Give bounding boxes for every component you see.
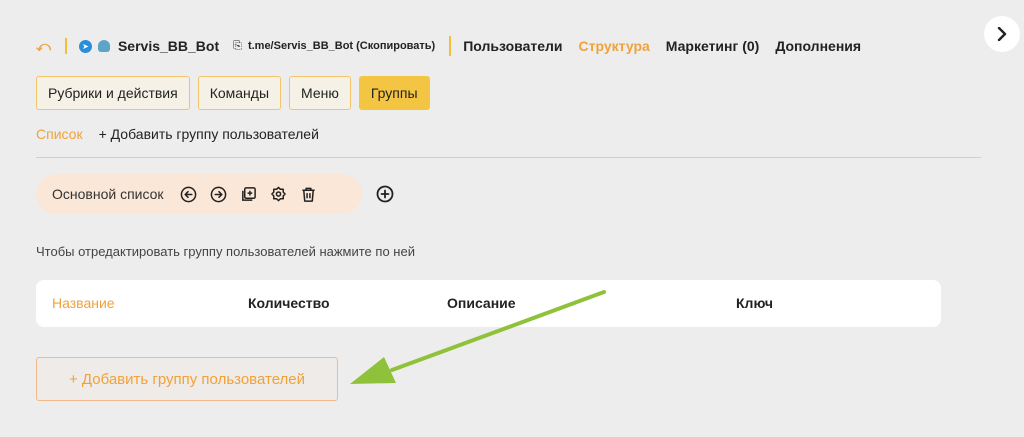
separator bbox=[64, 38, 67, 54]
nav-marketing[interactable]: Маркетинг (0) bbox=[666, 38, 760, 54]
column-header-key: Ключ bbox=[736, 295, 773, 311]
tabs: Рубрики и действия Команды Меню Группы bbox=[36, 76, 430, 110]
trash-icon[interactable] bbox=[300, 185, 318, 203]
tab-menu[interactable]: Меню bbox=[289, 76, 351, 110]
bot-avatar-icon bbox=[97, 40, 110, 52]
subnav-add-group[interactable]: + Добавить группу пользователей bbox=[99, 126, 319, 142]
subnav-list[interactable]: Список bbox=[36, 126, 83, 142]
link-icon: ⎘ bbox=[233, 39, 242, 52]
tab-commands[interactable]: Команды bbox=[197, 76, 282, 110]
nav-structure[interactable]: Структура bbox=[579, 38, 650, 54]
column-header-description: Описание bbox=[447, 295, 516, 311]
telegram-icon: ➤ bbox=[78, 39, 92, 53]
bot-link-copy[interactable]: t.me/Servis_BB_Bot (Скопировать) bbox=[248, 40, 435, 52]
nav-addons[interactable]: Дополнения bbox=[775, 38, 861, 54]
list-name[interactable]: Основной список bbox=[52, 186, 164, 202]
nav-users[interactable]: Пользователи bbox=[463, 38, 562, 54]
top-bar: ⤺ ➤ Servis_BB_Bot ⎘ t.me/Servis_BB_Bot (… bbox=[36, 36, 877, 56]
divider bbox=[36, 157, 981, 158]
settings-icon[interactable] bbox=[270, 185, 288, 203]
tab-groups[interactable]: Группы bbox=[358, 76, 430, 110]
column-header-name[interactable]: Название bbox=[52, 295, 115, 311]
column-header-count: Количество bbox=[248, 295, 330, 311]
add-group-button[interactable]: + Добавить группу пользователей bbox=[36, 357, 338, 401]
sub-nav: Список + Добавить группу пользователей bbox=[36, 126, 319, 142]
separator bbox=[449, 36, 452, 56]
copy-plus-icon[interactable] bbox=[240, 185, 258, 203]
plus-circle-icon[interactable] bbox=[376, 185, 394, 203]
groups-table: Название Количество Описание Ключ bbox=[36, 280, 941, 327]
arrow-right-circle-icon[interactable] bbox=[210, 185, 228, 203]
tab-rubrics[interactable]: Рубрики и действия bbox=[36, 76, 190, 110]
bot-name: Servis_BB_Bot bbox=[117, 38, 220, 54]
list-toolbar: Основной список bbox=[36, 174, 362, 214]
hint-text: Чтобы отредактировать группу пользовател… bbox=[36, 244, 415, 259]
back-icon[interactable]: ⤺ bbox=[36, 38, 51, 55]
arrow-left-circle-icon[interactable] bbox=[180, 185, 198, 203]
chevron-right-icon[interactable] bbox=[984, 16, 1020, 52]
